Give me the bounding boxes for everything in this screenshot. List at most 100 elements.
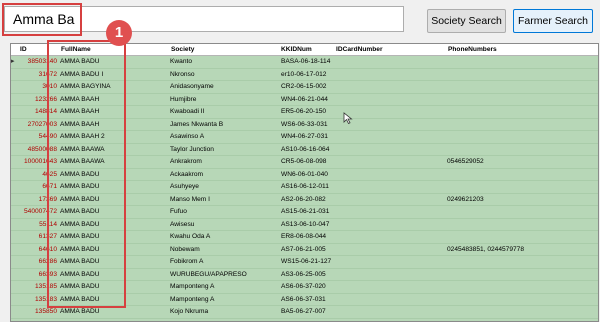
cell-kkid: AS6-06-37-031 [281, 295, 326, 303]
cell-kkid: BASA-06-18-114 [281, 58, 331, 65]
cell-idcard [336, 81, 446, 93]
annotation-box-names [47, 40, 126, 308]
cell-kkid: WN4-06-21-044 [281, 95, 328, 103]
cell-phone: 0546529052 [447, 158, 484, 165]
cell-idcard [336, 169, 446, 181]
cell-idcard [336, 94, 446, 106]
cell-kkid: WS15-06-21-127 [281, 258, 332, 265]
row-selector[interactable] [11, 306, 19, 318]
row-selector[interactable] [11, 281, 19, 293]
cell-society: Ankrakrom [170, 158, 202, 165]
cell-society: Anidasonyame [170, 83, 214, 90]
cell-kkid: AS15-06-21-031 [281, 208, 330, 215]
society-search-button[interactable]: Society Search [427, 9, 506, 33]
cell-kkid: AS7-06-21-005 [281, 245, 326, 253]
column-header-idcardnumber[interactable]: IDCardNumber [336, 44, 383, 55]
cell-society: Asuhyeye [170, 183, 199, 190]
cell-kkid: WN12-06-08-06 [281, 319, 336, 322]
row-selector[interactable] [11, 294, 19, 306]
column-header-phonenumbers[interactable]: PhoneNumbers [448, 44, 497, 55]
cell-kkid: AS2-06-20-082 [281, 195, 326, 203]
column-header-id[interactable]: ID [20, 44, 27, 55]
cell-kkid: AS6-06-37-020 [281, 283, 326, 290]
cell-idcard [336, 269, 446, 281]
cell-society: Mamponteng A [170, 283, 215, 290]
row-selector-icon[interactable] [11, 56, 19, 68]
cell-phone [447, 219, 597, 231]
mouse-cursor-icon [343, 112, 353, 124]
row-selector[interactable] [11, 194, 19, 206]
cell-phone [447, 144, 597, 156]
cell-kkid: AS3-06-25-005 [281, 270, 326, 278]
cell-phone [447, 131, 597, 143]
cell-idcard [336, 256, 446, 268]
row-selector[interactable] [11, 269, 19, 281]
cell-idcard [336, 69, 446, 81]
cell-phone [447, 231, 597, 243]
cell-society: James Nkwanta B [170, 120, 224, 128]
cell-society: Awisesu [170, 220, 195, 228]
annotation-badge: 1 [106, 20, 132, 46]
cell-society: Nkronso [170, 70, 195, 78]
cell-phone: 0245483851, 0244579778 [447, 245, 525, 253]
annotation-box-search [2, 3, 82, 36]
cell-kkid: CR5-06-08-098 [281, 158, 327, 165]
row-selector[interactable] [11, 156, 19, 168]
cell-idcard [336, 206, 446, 218]
cell-idcard [336, 244, 446, 256]
row-selector[interactable] [11, 181, 19, 193]
cell-society: Betekre A [170, 319, 280, 322]
row-selector[interactable] [11, 256, 19, 268]
cell-idcard [336, 281, 446, 293]
cell-idcard [336, 219, 446, 231]
cell-society: Kojo Nkruma [170, 308, 209, 315]
toolbar: Society Search Farmer Search [0, 0, 600, 42]
cell-idcard [336, 319, 446, 322]
cell-phone [447, 81, 597, 93]
cell-kkid: WN4-06-27-031 [281, 133, 328, 140]
cell-kkid: AS16-06-12-011 [281, 183, 329, 190]
cell-phone [447, 256, 597, 268]
row-selector[interactable] [11, 244, 19, 256]
cell-society: Humjibre [170, 95, 197, 103]
row-selector[interactable] [11, 169, 19, 181]
cell-kkid: ER8-06-08-044 [281, 233, 327, 240]
cell-kkid: WN6-06-01-040 [281, 170, 328, 178]
cell-phone: 0246101231 [447, 319, 597, 322]
cell-phone [447, 119, 597, 131]
row-selector[interactable] [11, 144, 19, 156]
row-selector[interactable] [11, 81, 19, 93]
cell-society: Taylor Junction [170, 145, 214, 153]
cell-phone [447, 106, 597, 118]
farmer-search-button[interactable]: Farmer Search [513, 9, 593, 33]
row-selector[interactable] [11, 69, 19, 81]
row-selector[interactable] [11, 131, 19, 143]
column-header-society[interactable]: Society [171, 44, 194, 55]
cell-phone [447, 56, 597, 68]
cell-idcard [336, 306, 446, 318]
cell-society: Fobikrom A [170, 258, 204, 265]
cell-society: Fufuo [170, 208, 187, 215]
cell-phone [447, 69, 597, 81]
table-row[interactable]: 145412AMMA BADU Betekre AWN12-06-08-06 024… [11, 319, 598, 322]
row-selector[interactable] [11, 206, 19, 218]
cell-idcard [336, 56, 446, 68]
column-header-kkidnum[interactable]: KKIDNum [281, 44, 312, 55]
cell-phone [447, 169, 597, 181]
row-selector[interactable] [11, 219, 19, 231]
row-selector[interactable] [11, 119, 19, 131]
cell-idcard [336, 181, 446, 193]
row-selector[interactable] [11, 106, 19, 118]
cell-society: Kwanto [170, 58, 192, 65]
cell-society: Kwaboadi II [170, 108, 205, 115]
cell-idcard [336, 144, 446, 156]
cell-society: Kwahu Oda A [170, 233, 211, 240]
cell-idcard [336, 294, 446, 306]
row-selector[interactable] [11, 94, 19, 106]
row-selector[interactable] [11, 231, 19, 243]
row-selector[interactable] [11, 319, 19, 322]
cell-phone: 0249621203 [447, 195, 484, 203]
cell-kkid: CR2-06-15-002 [281, 83, 327, 90]
cell-id: 145412 [19, 319, 57, 322]
cell-kkid: ER5-06-20-150 [281, 108, 327, 115]
